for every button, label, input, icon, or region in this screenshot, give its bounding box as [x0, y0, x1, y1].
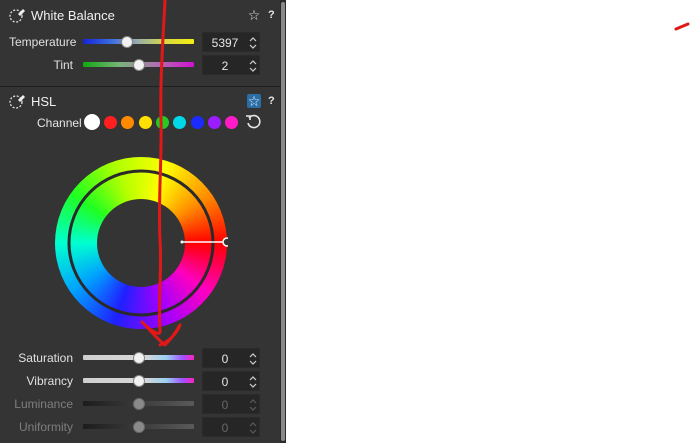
- tint-value: 2: [221, 59, 229, 73]
- eyedropper-icon[interactable]: [8, 6, 26, 24]
- uniformity-field: 0: [202, 417, 260, 437]
- uniformity-value: 0: [221, 421, 229, 435]
- adjustments-panel: White Balance ☆ ? Temperature 5397 Tint …: [0, 0, 286, 443]
- white-balance-title: White Balance: [31, 7, 115, 23]
- channel-swatch-red[interactable]: [104, 116, 117, 129]
- spinner-arrows-icon[interactable]: [249, 58, 257, 74]
- hsl-title: HSL: [31, 93, 57, 109]
- channel-swatch-orange[interactable]: [121, 116, 135, 129]
- temperature-value: 5397: [211, 36, 239, 50]
- reset-icon[interactable]: [245, 114, 261, 130]
- hsl-color-wheel[interactable]: [54, 156, 232, 330]
- tint-label: Tint: [53, 58, 73, 72]
- star-outline-icon[interactable]: ☆: [247, 8, 261, 22]
- uniformity-label: Uniformity: [18, 420, 73, 434]
- saturation-value: 0: [221, 352, 229, 366]
- white-balance-header[interactable]: White Balance ☆ ?: [0, 2, 280, 28]
- temperature-slider-thumb[interactable]: [121, 36, 134, 48]
- luminance-value: 0: [221, 398, 229, 412]
- spinner-arrows-icon[interactable]: [249, 374, 257, 390]
- saturation-field[interactable]: 0: [202, 348, 260, 368]
- channel-swatch-green[interactable]: [155, 116, 169, 129]
- section-divider: [0, 86, 280, 87]
- channel-swatch-master[interactable]: [84, 114, 100, 130]
- spinner-arrows-icon[interactable]: [249, 35, 257, 51]
- scrollbar-thumb[interactable]: [281, 2, 285, 441]
- saturation-slider-thumb[interactable]: [132, 352, 145, 364]
- luminance-field: 0: [202, 394, 260, 414]
- saturation-label: Saturation: [18, 351, 73, 365]
- help-icon[interactable]: ?: [268, 95, 275, 107]
- wheel-handle: [222, 237, 232, 247]
- spinner-arrows-icon: [249, 399, 257, 411]
- vibrancy-slider-thumb[interactable]: [132, 375, 145, 387]
- channel-swatch-aqua[interactable]: [173, 116, 187, 129]
- temperature-field[interactable]: 5397: [202, 32, 260, 52]
- help-icon[interactable]: ?: [268, 9, 275, 21]
- channel-swatch-purple[interactable]: [207, 116, 221, 129]
- vibrancy-value: 0: [221, 375, 229, 389]
- spinner-arrows-icon[interactable]: [249, 351, 257, 367]
- star-active-icon[interactable]: ☆: [247, 94, 261, 108]
- temperature-slider-track[interactable]: [83, 39, 194, 44]
- luminance-slider-thumb: [132, 398, 145, 410]
- channel-label: Channel: [37, 116, 82, 130]
- luminance-label: Luminance: [14, 397, 73, 411]
- tint-field[interactable]: 2: [202, 55, 260, 75]
- spinner-arrows-icon: [249, 422, 257, 434]
- channel-swatch-magenta[interactable]: [225, 116, 239, 129]
- panel-scrollbar[interactable]: [280, 0, 286, 443]
- vibrancy-field[interactable]: 0: [202, 371, 260, 391]
- tint-slider-thumb[interactable]: [132, 59, 145, 71]
- temperature-label: Temperature: [9, 35, 77, 49]
- vibrancy-label: Vibrancy: [26, 374, 73, 388]
- channel-swatch-blue[interactable]: [190, 116, 204, 129]
- eyedropper-icon[interactable]: [8, 92, 26, 110]
- uniformity-slider-thumb: [132, 421, 145, 433]
- channel-swatch-yellow[interactable]: [138, 116, 152, 129]
- hsl-header[interactable]: HSL ☆ ?: [0, 88, 280, 114]
